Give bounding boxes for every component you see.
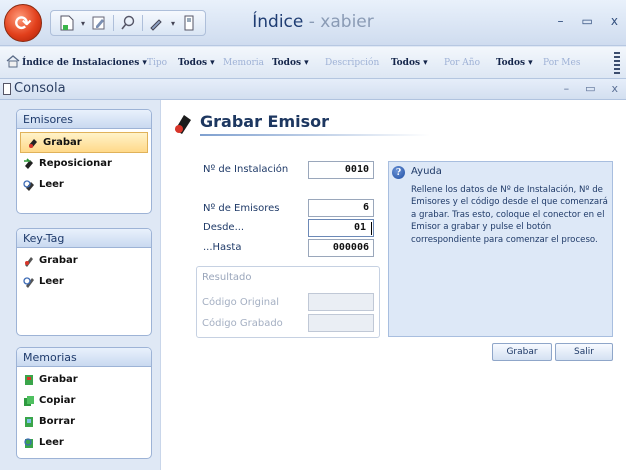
console-controls: – ▭ x xyxy=(564,82,618,95)
maximize-button[interactable]: ▭ xyxy=(582,14,593,28)
descripcion-label: Descripción xyxy=(325,58,380,68)
desde-input[interactable]: 01 xyxy=(308,219,374,237)
window-controls: – ▭ x xyxy=(558,14,618,28)
hasta-label: ...Hasta xyxy=(203,242,242,253)
memorias-grabar-item[interactable]: Grabar xyxy=(17,369,151,390)
memoria-filter-label: Todos xyxy=(272,58,302,68)
keytag-write-icon xyxy=(23,255,35,267)
keytag-grabar-label: Grabar xyxy=(39,255,78,266)
emisores-grabar-item[interactable]: Grabar xyxy=(20,132,148,153)
memoria-filter-dropdown[interactable]: Todos ▾ xyxy=(272,58,309,68)
console-icon xyxy=(3,83,11,95)
resultado-title: Resultado xyxy=(202,272,252,283)
console-title: Consola xyxy=(14,81,66,96)
memoria-label: Memoria xyxy=(223,58,265,68)
window-title: Índice - xabier xyxy=(0,12,626,32)
memorias-panel: Memorias Grabar Copiar Borrar Leer xyxy=(16,347,152,459)
keytag-grabar-item[interactable]: Grabar xyxy=(17,250,151,271)
keytag-panel-title: Key-Tag xyxy=(17,229,151,248)
hasta-input[interactable]: 000006 xyxy=(308,239,374,257)
salir-button[interactable]: Salir xyxy=(555,343,613,361)
console-close-button[interactable]: x xyxy=(611,82,618,95)
keytag-read-icon xyxy=(23,276,35,288)
memorias-copiar-item[interactable]: Copiar xyxy=(17,390,151,411)
window-title-main: Índice xyxy=(252,12,304,32)
memorias-copiar-label: Copiar xyxy=(39,395,76,406)
text-cursor xyxy=(371,222,372,235)
minimize-button[interactable]: – xyxy=(558,14,564,28)
console-minimize-button[interactable]: – xyxy=(564,82,570,95)
tipo-label: Tipo xyxy=(147,58,168,68)
instalacion-input[interactable]: 0010 xyxy=(308,161,374,179)
filter-toolbar: Índice de Instalaciones ▾ Tipo Todos ▾ M… xyxy=(0,47,626,79)
codigo-grabado-label: Código Grabado xyxy=(202,318,283,329)
emisores-panel: Emisores Grabar Reposicionar Leer xyxy=(16,109,152,214)
memorias-borrar-label: Borrar xyxy=(39,416,76,427)
page-title: Grabar Emisor xyxy=(200,112,330,131)
por-anio-label: Por Año xyxy=(444,58,480,68)
console-bar: Consola – ▭ x xyxy=(0,79,626,100)
por-mes-label: Por Mes xyxy=(543,58,581,68)
memorias-leer-label: Leer xyxy=(39,437,64,448)
codigo-grabado-field xyxy=(308,314,374,332)
emisores-reposicionar-label: Reposicionar xyxy=(39,158,112,169)
tipo-filter-dropdown[interactable]: Todos ▾ xyxy=(178,58,215,68)
close-button[interactable]: x xyxy=(611,14,618,28)
console-maximize-button[interactable]: ▭ xyxy=(585,82,595,95)
help-text: Rellene los datos de Nº de Instalación, … xyxy=(411,185,608,245)
indice-instalaciones-dropdown[interactable]: Índice de Instalaciones ▾ xyxy=(22,58,147,68)
num-emisores-label: Nº de Emisores xyxy=(203,203,280,214)
memory-read-icon xyxy=(23,437,35,449)
memory-erase-icon xyxy=(23,416,35,428)
memorias-borrar-item[interactable]: Borrar xyxy=(17,411,151,432)
memory-copy-icon xyxy=(23,395,35,407)
por-anio-filter-label: Todos xyxy=(496,58,526,68)
codigo-original-label: Código Original xyxy=(202,297,280,308)
title-bar: ⟳ ▾ ▾ Índice - xabier – ▭ x xyxy=(0,0,626,46)
grabar-button[interactable]: Grabar xyxy=(492,343,552,361)
window-title-separator: - xyxy=(303,12,321,32)
toolbar-grip-icon[interactable] xyxy=(614,52,620,74)
por-anio-filter-dropdown[interactable]: Todos ▾ xyxy=(496,58,533,68)
home-icon[interactable] xyxy=(6,55,20,71)
keytag-leer-item[interactable]: Leer xyxy=(17,271,151,292)
help-title: Ayuda xyxy=(411,166,442,177)
memorias-grabar-label: Grabar xyxy=(39,374,78,385)
desde-label: Desde... xyxy=(203,222,245,233)
emisores-grabar-label: Grabar xyxy=(43,137,82,148)
descripcion-filter-label: Todos xyxy=(391,58,421,68)
descripcion-filter-dropdown[interactable]: Todos ▾ xyxy=(391,58,428,68)
app-window: ⟳ ▾ ▾ Índice - xabier – ▭ x Índice de In… xyxy=(0,0,626,470)
reposition-icon xyxy=(23,157,35,170)
memorias-panel-title: Memorias xyxy=(17,348,151,367)
help-icon: ? xyxy=(392,166,405,179)
num-emisores-input[interactable]: 6 xyxy=(308,199,374,217)
tipo-filter-label: Todos xyxy=(178,58,208,68)
memory-write-icon xyxy=(23,374,35,386)
emisores-leer-item[interactable]: Leer xyxy=(17,174,151,195)
instalacion-label: Nº de Instalación xyxy=(203,164,289,175)
emisor-remote-icon xyxy=(27,137,39,149)
window-title-app: xabier xyxy=(320,12,374,32)
codigo-original-field xyxy=(308,293,374,311)
emisores-panel-title: Emisores xyxy=(17,110,151,129)
emisor-remote-icon xyxy=(172,112,194,136)
title-underline xyxy=(200,134,430,136)
keytag-leer-label: Leer xyxy=(39,276,64,287)
emisores-reposicionar-item[interactable]: Reposicionar xyxy=(17,153,151,174)
memorias-leer-item[interactable]: Leer xyxy=(17,432,151,453)
keytag-panel: Key-Tag Grabar Leer xyxy=(16,228,152,336)
read-icon xyxy=(23,179,35,191)
emisores-leer-label: Leer xyxy=(39,179,64,190)
indice-instalaciones-label: Índice de Instalaciones xyxy=(22,58,140,68)
